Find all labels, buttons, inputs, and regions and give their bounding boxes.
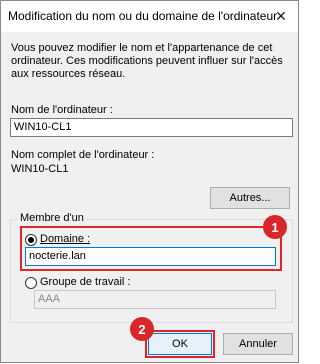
title-bar: Modification du nom ou du domaine de l'o… (1, 1, 298, 32)
computer-name-label: Nom de l'ordinateur : (11, 104, 113, 116)
full-name-label: Nom complet de l'ordinateur : (11, 149, 155, 161)
step-marker-1: 1 (263, 215, 287, 239)
full-name-value: WIN10-CL1 (11, 163, 69, 175)
highlight-box-ok (145, 330, 215, 358)
cancel-button[interactable]: Annuler (223, 333, 293, 355)
window-title: Modification du nom ou du domaine de l'o… (8, 9, 278, 23)
dialog-window: Modification du nom ou du domaine de l'o… (0, 0, 299, 363)
step-marker-2: 2 (130, 317, 154, 341)
workgroup-label: Groupe de travail : (40, 276, 131, 288)
workgroup-input[interactable]: AAA (34, 290, 276, 309)
more-button[interactable]: Autres... (210, 187, 290, 209)
workgroup-radio[interactable] (25, 277, 37, 289)
close-icon[interactable]: ✕ (264, 1, 298, 32)
computer-name-input[interactable]: WIN10-CL1 (10, 118, 293, 137)
highlight-box-domain (20, 226, 282, 271)
member-of-label: Membre d'un (18, 212, 86, 225)
description-text: Vous pouvez modifier le nom et l'apparte… (11, 42, 283, 80)
